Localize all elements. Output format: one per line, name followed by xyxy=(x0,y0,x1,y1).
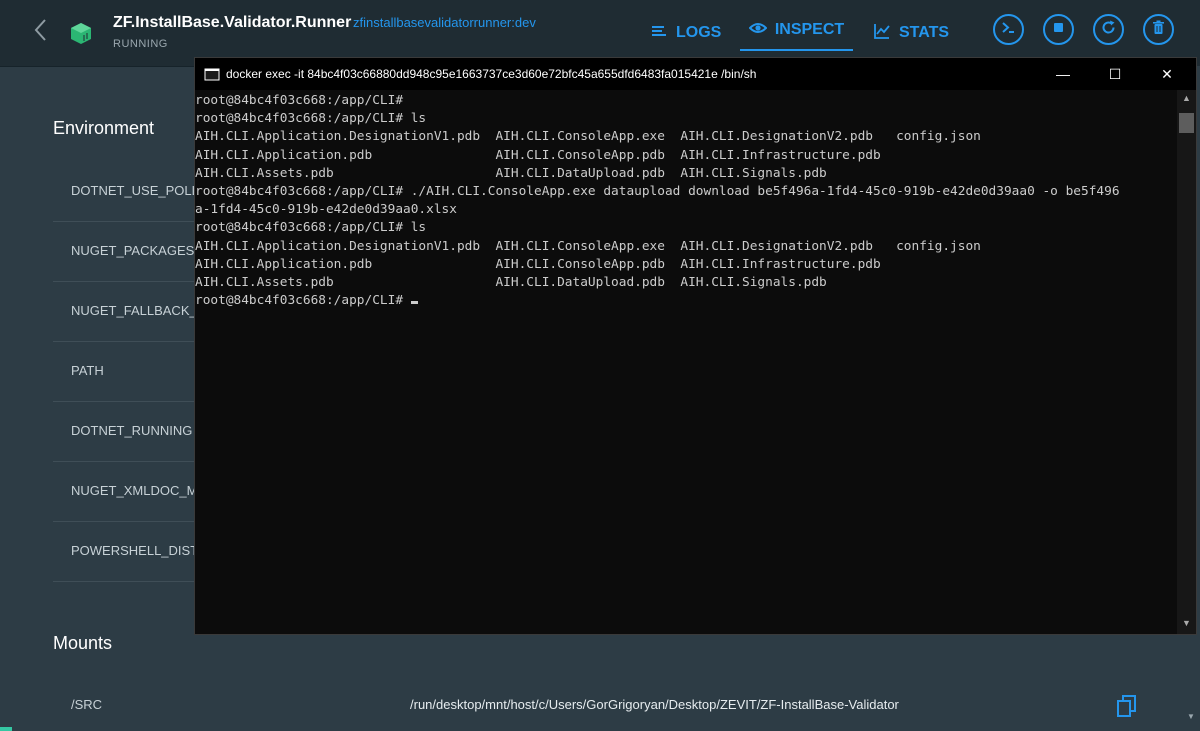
status-badge: RUNNING xyxy=(113,38,168,50)
close-button[interactable]: ✕ xyxy=(1144,58,1190,90)
terminal-output[interactable]: root@84bc4f03c668:/app/CLI# root@84bc4f0… xyxy=(195,92,1175,632)
restart-icon xyxy=(1100,19,1117,41)
env-key: DOTNET_RUNNING xyxy=(71,423,193,438)
delete-button[interactable] xyxy=(1143,14,1174,45)
scrollbar-thumb[interactable] xyxy=(1179,113,1194,133)
stop-button[interactable] xyxy=(1043,14,1074,45)
env-key: PATH xyxy=(71,363,104,378)
scroll-down-icon[interactable]: ▼ xyxy=(1182,618,1191,628)
terminal-title: docker exec -it 84bc4f03c66880dd948c95e1… xyxy=(226,67,757,81)
terminal-line: AIH.CLI.Application.pdb AIH.CLI.ConsoleA… xyxy=(195,147,881,163)
logs-icon xyxy=(650,22,668,45)
mount-path: /run/desktop/mnt/host/c/Users/GorGrigory… xyxy=(410,697,899,712)
terminal-line: AIH.CLI.Application.pdb AIH.CLI.ConsoleA… xyxy=(195,256,881,272)
terminal-prompt-line[interactable]: root@84bc4f03c668:/app/CLI# xyxy=(195,292,1175,310)
cli-icon xyxy=(1000,19,1017,41)
tab-logs-label: LOGS xyxy=(676,24,722,41)
scroll-up-icon[interactable]: ▲ xyxy=(1182,93,1191,103)
tab-inspect[interactable]: INSPECT xyxy=(740,15,853,51)
minimize-button[interactable]: — xyxy=(1040,58,1086,90)
terminal-line: a-1fd4-45c0-919b-e42de0d39aa0.xlsx xyxy=(195,202,457,218)
text-cursor xyxy=(410,301,418,305)
terminal-line: root@84bc4f03c668:/app/CLI# xyxy=(195,93,404,108)
maximize-button[interactable]: ☐ xyxy=(1092,58,1138,90)
terminal-line: AIH.CLI.Assets.pdb AIH.CLI.DataUpload.pd… xyxy=(195,165,827,181)
cli-button[interactable] xyxy=(993,14,1024,45)
terminal-line: AIH.CLI.Application.DesignationV1.pdb AI… xyxy=(195,238,981,254)
env-key: NUGET_XMLDOC_M xyxy=(71,483,198,498)
restart-button[interactable] xyxy=(1093,14,1124,45)
terminal-line: root@84bc4f03c668:/app/CLI# ls xyxy=(195,111,427,127)
copy-icon[interactable] xyxy=(1116,694,1138,718)
terminal-titlebar[interactable]: docker exec -it 84bc4f03c66880dd948c95e1… xyxy=(195,58,1196,90)
scroll-down-icon[interactable]: ▼ xyxy=(1187,712,1195,721)
terminal-scrollbar[interactable]: ▲ ▼ xyxy=(1177,90,1196,634)
mount-key: /SRC xyxy=(71,697,103,712)
env-key: DOTNET_USE_POLL xyxy=(71,183,199,198)
terminal-window[interactable]: docker exec -it 84bc4f03c66880dd948c95e1… xyxy=(194,57,1197,635)
terminal-line: AIH.CLI.Application.DesignationV1.pdb AI… xyxy=(195,129,981,145)
eye-icon xyxy=(748,19,768,42)
container-title: ZF.InstallBase.Validator.Runner xyxy=(113,14,352,31)
back-chevron-icon[interactable] xyxy=(30,14,52,46)
status-strip xyxy=(0,727,12,731)
env-key: NUGET_PACKAGES xyxy=(71,243,195,258)
delete-icon xyxy=(1150,19,1167,41)
console-icon xyxy=(204,68,220,81)
image-name-link[interactable]: zfinstallbasevalidatorrunner:dev xyxy=(353,15,536,30)
terminal-line: AIH.CLI.Assets.pdb AIH.CLI.DataUpload.pd… xyxy=(195,274,827,290)
tab-stats[interactable]: STATS xyxy=(873,18,949,48)
container-cube-icon xyxy=(68,20,94,46)
stop-icon xyxy=(1050,19,1067,41)
tab-inspect-label: INSPECT xyxy=(774,21,845,38)
terminal-line: root@84bc4f03c668:/app/CLI# ls xyxy=(195,220,427,236)
env-key: POWERSHELL_DISTI xyxy=(71,543,202,558)
tab-logs[interactable]: LOGS xyxy=(650,18,721,48)
terminal-line: root@84bc4f03c668:/app/CLI# ./AIH.CLI.Co… xyxy=(195,183,1120,199)
terminal-prompt: root@84bc4f03c668:/app/CLI# xyxy=(195,293,411,309)
environment-heading: Environment xyxy=(53,118,155,138)
mounts-heading: Mounts xyxy=(53,633,113,653)
stats-icon xyxy=(873,22,891,45)
env-key: NUGET_FALLBACK_ xyxy=(71,303,197,318)
tab-stats-label: STATS xyxy=(899,24,950,41)
